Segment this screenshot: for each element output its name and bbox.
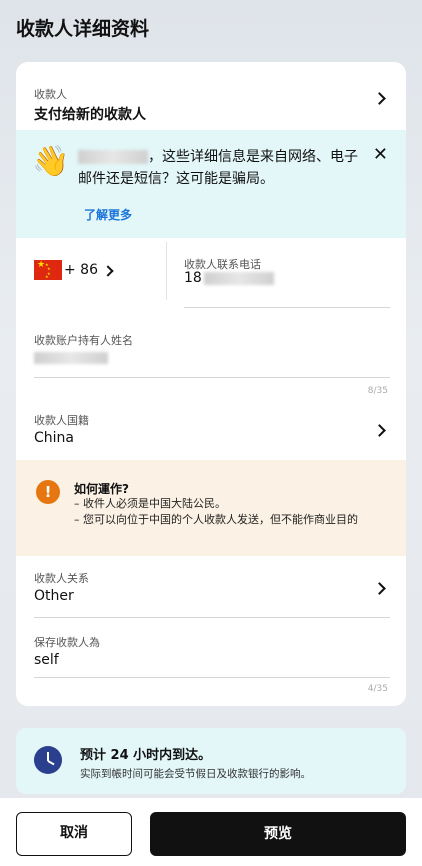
phone-field[interactable]: 收款人联系电话 18	[184, 256, 390, 308]
payee-value: 支付给新的收款人	[34, 107, 146, 123]
info-box: ! 如何運作? – 收件人必须是中国大陆公民。 – 您可以向位于中国的个人收款人…	[16, 460, 406, 556]
account-name-counter: 8/35	[367, 386, 388, 396]
redacted-account-name	[34, 352, 108, 364]
info-title: 如何運作?	[74, 482, 129, 496]
page-title: 收款人详细资料	[16, 18, 150, 40]
save-as-label: 保存收款人為	[34, 636, 100, 649]
save-as-field[interactable]: 保存收款人為 self	[34, 618, 390, 678]
relationship-label: 收款人关系	[34, 572, 89, 585]
waving-hand-icon: 👋	[32, 144, 70, 179]
relationship-selector[interactable]: 收款人关系 Other	[34, 556, 390, 618]
alert-text: ，这些详细信息是来自网络、电子邮件还是短信？这可能是骗局。	[78, 146, 368, 190]
relationship-value: Other	[34, 588, 74, 604]
country-code: + 86	[64, 262, 98, 278]
info-line-2: – 您可以向位于中国的个人收款人发送，但不能作商业目的	[74, 513, 358, 526]
warning-icon: !	[36, 480, 60, 504]
payee-label: 收款人	[34, 88, 67, 101]
scam-alert: 👋 ，这些详细信息是来自网络、电子邮件还是短信？这可能是骗局。 ✕ 了解更多	[16, 130, 406, 238]
chevron-right-icon	[373, 92, 386, 105]
footer: 取消 预览	[0, 798, 422, 866]
nationality-label: 收款人国籍	[34, 414, 89, 427]
learn-more-link[interactable]: 了解更多	[84, 206, 132, 223]
account-holder-name-field[interactable]: 收款账户持有人姓名	[34, 332, 390, 378]
phone-value: 18	[184, 270, 274, 286]
payee-selector[interactable]: 收款人 支付给新的收款人	[16, 62, 406, 130]
clock-icon	[34, 746, 62, 774]
close-icon[interactable]: ✕	[373, 144, 388, 165]
payee-details-card: 收款人 支付给新的收款人 👋 ，这些详细信息是来自网络、电子邮件还是短信？这可能…	[16, 62, 406, 706]
eta-subtitle: 实际到帳时间可能会受节假日及收款银行的影响。	[80, 768, 311, 780]
divider	[166, 242, 167, 300]
eta-title: 预计 24 小时内到达。	[80, 748, 212, 763]
preview-button[interactable]: 预览	[150, 812, 406, 856]
info-line-1: – 收件人必须是中国大陆公民。	[74, 497, 226, 510]
chevron-right-icon	[102, 265, 114, 277]
redacted-phone	[203, 271, 274, 285]
nationality-selector[interactable]: 收款人国籍 China	[34, 406, 390, 462]
save-as-counter: 4/35	[367, 684, 388, 694]
account-name-label: 收款账户持有人姓名	[34, 334, 133, 347]
cancel-button[interactable]: 取消	[16, 812, 132, 856]
phone-row: ★ ★ ★ ★ ★ + 86 收款人联系电话 18	[16, 238, 406, 310]
eta-box: 预计 24 小时内到达。 实际到帳时间可能会受节假日及收款银行的影响。	[16, 728, 406, 794]
chevron-right-icon	[373, 582, 386, 595]
chevron-right-icon	[373, 424, 386, 437]
china-flag-icon: ★ ★ ★ ★ ★	[34, 260, 62, 280]
save-as-value: self	[34, 652, 59, 668]
nationality-value: China	[34, 430, 74, 446]
redacted-name	[78, 150, 148, 164]
